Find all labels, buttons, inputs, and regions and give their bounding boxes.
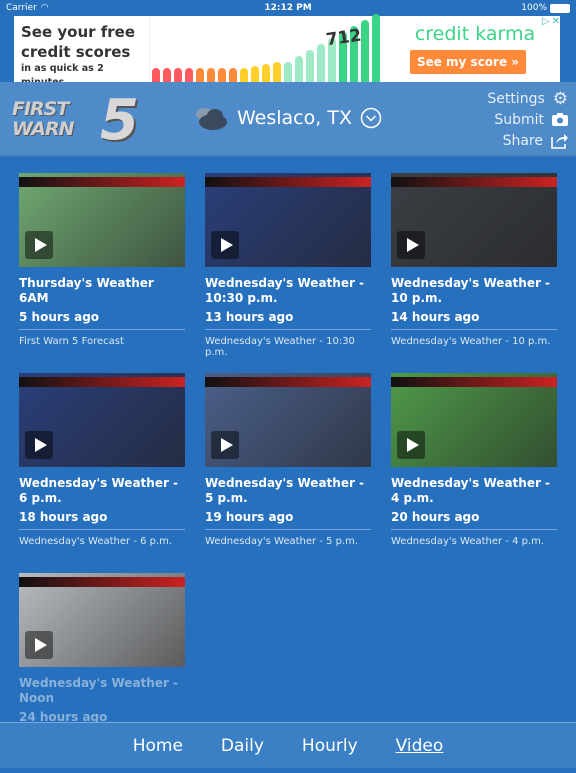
video-thumbnail[interactable] xyxy=(205,373,371,467)
ad-bar xyxy=(229,68,237,82)
ad-bar xyxy=(185,68,193,82)
video-thumbnail[interactable] xyxy=(19,573,185,667)
video-thumbnail[interactable] xyxy=(205,173,371,267)
nav-video[interactable]: Video xyxy=(396,736,444,756)
video-time-ago: 19 hours ago xyxy=(205,510,371,530)
ad-bar xyxy=(317,44,325,82)
ad-bar xyxy=(273,62,281,82)
video-title[interactable]: Wednesday's Weather - 4 p.m. xyxy=(391,476,557,506)
bottom-nav: Home Daily Hourly Video xyxy=(0,722,576,768)
thumbnail-banner xyxy=(19,577,185,587)
play-icon[interactable] xyxy=(25,231,53,259)
app-header: FIRST WARN 5 Weslaco, TX Settings ⚙ Submi… xyxy=(0,82,576,157)
video-subtitle: First Warn 5 Forecast xyxy=(19,336,124,347)
thumbnail-banner xyxy=(391,177,557,187)
play-icon[interactable] xyxy=(211,231,239,259)
ad-bar xyxy=(306,50,314,82)
ad-bar xyxy=(262,64,270,82)
ad-bar xyxy=(284,62,292,82)
location-name: Weslaco, TX xyxy=(237,107,352,129)
share-link[interactable]: Share xyxy=(487,130,568,151)
thumbnail-banner xyxy=(205,177,371,187)
play-icon[interactable] xyxy=(397,431,425,459)
video-time-ago: 18 hours ago xyxy=(19,510,185,530)
ad-score-graphic: 712 xyxy=(150,14,400,82)
ad-bar xyxy=(196,68,204,82)
nav-daily[interactable]: Daily xyxy=(221,736,264,756)
video-title[interactable]: Wednesday's Weather - 10 p.m. xyxy=(391,276,557,306)
video-card[interactable]: Wednesday's Weather - 10 p.m. 14 hours a… xyxy=(391,173,557,373)
video-subtitle: Wednesday's Weather - 5 p.m. xyxy=(205,536,359,547)
ad-bar xyxy=(152,68,160,82)
video-thumbnail[interactable] xyxy=(391,373,557,467)
video-subtitle: Wednesday's Weather - 6 p.m. xyxy=(19,536,173,547)
ad-bar xyxy=(295,56,303,82)
video-card[interactable]: Thursday's Weather 6AM 5 hours ago First… xyxy=(19,173,185,373)
thumbnail-banner xyxy=(19,377,185,387)
play-icon[interactable] xyxy=(211,431,239,459)
cloudy-icon xyxy=(196,108,227,130)
ad-banner[interactable]: See your free credit scores in as quick … xyxy=(14,14,560,88)
video-subtitle: Wednesday's Weather - 10:30 p.m. xyxy=(205,336,355,358)
ad-bar xyxy=(163,68,171,82)
video-title[interactable]: Wednesday's Weather - Noon xyxy=(19,676,185,706)
close-ad-icon[interactable]: ✕ xyxy=(552,16,560,27)
first-warn-5-logo: FIRST WARN 5 xyxy=(12,88,139,153)
share-icon xyxy=(551,133,568,149)
play-icon[interactable] xyxy=(397,231,425,259)
video-grid: Thursday's Weather 6AM 5 hours ago First… xyxy=(19,173,557,773)
clock: 12:12 PM xyxy=(264,3,312,13)
video-title[interactable]: Wednesday's Weather - 5 p.m. xyxy=(205,476,371,506)
location-selector[interactable]: Weslaco, TX xyxy=(193,104,382,132)
video-thumbnail[interactable] xyxy=(391,173,557,267)
video-title[interactable]: Wednesday's Weather - 10:30 p.m. xyxy=(205,276,371,306)
nav-hourly[interactable]: Hourly xyxy=(302,736,358,756)
thumbnail-banner xyxy=(205,377,371,387)
ad-bar xyxy=(240,68,248,82)
adchoices-icon[interactable]: ▷ xyxy=(542,16,550,27)
ad-headline: See your free credit scores xyxy=(21,23,136,61)
settings-link[interactable]: Settings ⚙ xyxy=(487,88,568,109)
video-card[interactable]: Wednesday's Weather - 5 p.m. 19 hours ag… xyxy=(205,373,371,573)
video-thumbnail[interactable] xyxy=(19,373,185,467)
ad-brand: credit karma xyxy=(414,23,536,45)
video-time-ago: 20 hours ago xyxy=(391,510,557,530)
video-time-ago: 13 hours ago xyxy=(205,310,371,330)
video-time-ago: 14 hours ago xyxy=(391,310,557,330)
video-title[interactable]: Wednesday's Weather - 6 p.m. xyxy=(19,476,185,506)
video-card[interactable]: Wednesday's Weather - 4 p.m. 20 hours ag… xyxy=(391,373,557,573)
video-thumbnail[interactable] xyxy=(19,173,185,267)
gear-icon: ⚙ xyxy=(552,88,568,109)
ad-bar xyxy=(218,68,226,82)
video-title[interactable]: Thursday's Weather 6AM xyxy=(19,276,185,306)
ad-bar xyxy=(361,20,369,82)
thumbnail-banner xyxy=(19,177,185,187)
play-icon[interactable] xyxy=(25,631,53,659)
video-card[interactable]: Wednesday's Weather - 6 p.m. 18 hours ag… xyxy=(19,373,185,573)
nav-home[interactable]: Home xyxy=(133,736,183,756)
video-subtitle: Wednesday's Weather - 4 p.m. xyxy=(391,536,545,547)
video-subtitle: Wednesday's Weather - 10 p.m. xyxy=(391,336,551,347)
ad-bar xyxy=(207,68,215,82)
ad-cta-button[interactable]: See my score » xyxy=(410,50,526,74)
video-card[interactable]: Wednesday's Weather - 10:30 p.m. 13 hour… xyxy=(205,173,371,373)
play-icon[interactable] xyxy=(25,431,53,459)
ad-bar xyxy=(372,14,380,82)
camera-icon xyxy=(552,113,568,126)
chevron-down-circle-icon[interactable] xyxy=(360,107,382,129)
ad-bar xyxy=(251,66,259,82)
video-time-ago: 5 hours ago xyxy=(19,310,185,330)
thumbnail-banner xyxy=(391,377,557,387)
submit-link[interactable]: Submit xyxy=(487,109,568,130)
ad-bar xyxy=(174,68,182,82)
